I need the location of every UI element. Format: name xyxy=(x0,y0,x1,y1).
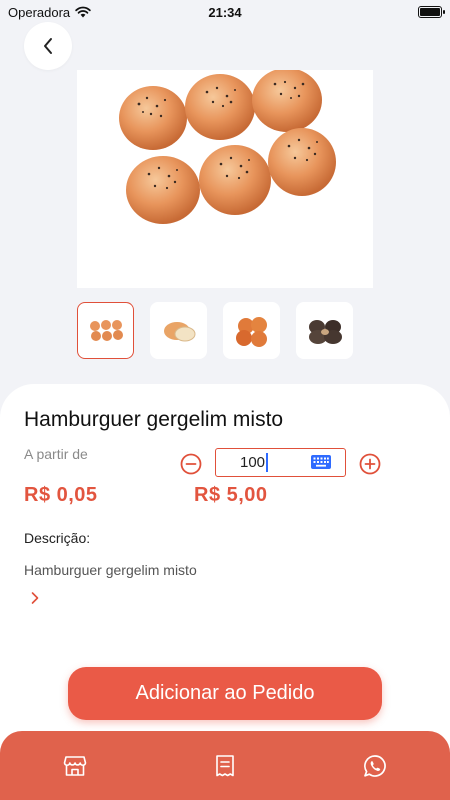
bread-roll-thumb-icon xyxy=(163,321,195,341)
buns-grid-thumb-icon xyxy=(89,319,123,341)
quantity-value: 100 xyxy=(240,454,266,471)
from-price-label: A partir de xyxy=(24,446,88,462)
add-to-order-button[interactable]: Adicionar ao Pedido xyxy=(68,667,382,720)
chevron-right-icon xyxy=(31,592,39,604)
whatsapp-icon xyxy=(364,755,386,777)
description-label: Descrição: xyxy=(24,530,91,546)
thumbnail-dark-buns[interactable] xyxy=(296,302,353,359)
nav-whatsapp-button[interactable] xyxy=(362,753,388,779)
quantity-input[interactable]: 100 xyxy=(215,448,346,477)
battery-icon xyxy=(418,6,445,18)
description-text: Hamburguer gergelim misto xyxy=(24,562,197,578)
carrier-label: Operadora xyxy=(8,4,71,20)
nav-orders-button[interactable] xyxy=(212,753,238,779)
plus-circle-icon xyxy=(359,453,381,475)
bun-pile-thumb-icon xyxy=(235,316,267,347)
expand-description-button[interactable] xyxy=(30,591,40,610)
thumbnail-strip xyxy=(77,302,353,359)
bottom-nav-bar xyxy=(0,731,450,800)
wifi-icon xyxy=(75,6,91,18)
keyboard-icon[interactable] xyxy=(311,455,331,469)
thumbnail-bun-pile[interactable] xyxy=(223,302,280,359)
status-bar: Operadora 21:34 xyxy=(0,0,450,24)
back-button[interactable] xyxy=(24,22,72,70)
status-left: Operadora xyxy=(8,5,91,20)
increase-quantity-button[interactable] xyxy=(359,453,381,475)
nav-store-button[interactable] xyxy=(62,753,88,779)
chevron-left-icon xyxy=(44,38,52,54)
text-caret xyxy=(266,453,268,472)
buns-illustration xyxy=(119,70,336,224)
store-icon xyxy=(63,756,87,776)
thumbnail-bread-roll[interactable] xyxy=(150,302,207,359)
minus-circle-icon xyxy=(180,453,202,475)
decrease-quantity-button[interactable] xyxy=(180,453,202,475)
product-image xyxy=(77,70,373,288)
receipt-icon xyxy=(216,755,234,777)
total-price: R$ 5,00 xyxy=(194,484,268,506)
dark-buns-thumb-icon xyxy=(308,319,342,344)
product-title: Hamburguer gergelim misto xyxy=(24,408,284,431)
unit-price: R$ 0,05 xyxy=(24,484,98,506)
thumbnail-buns-grid[interactable] xyxy=(77,302,134,359)
